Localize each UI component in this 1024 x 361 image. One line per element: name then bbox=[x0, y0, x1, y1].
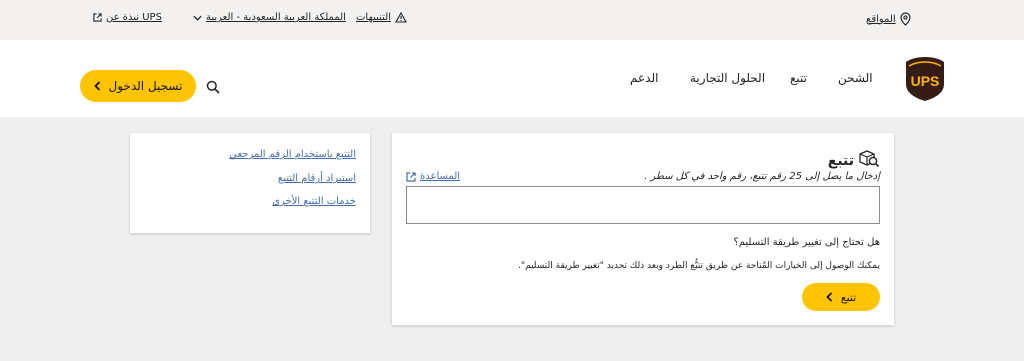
login-button[interactable]: تسجيل الدخول bbox=[80, 70, 196, 102]
tracking-card: تتبع إدخال ما يصل إلى 25 رقم تتبع، رقم و… bbox=[392, 133, 894, 325]
about-ups-link[interactable]: نبذة عن UPS bbox=[93, 12, 162, 23]
track-button-label: تتبع bbox=[840, 290, 857, 304]
import-tracking-numbers-link[interactable]: استيراد أرقام التتبع bbox=[278, 173, 356, 184]
ups-logo[interactable]: UPS bbox=[905, 56, 945, 102]
chevron-down-icon bbox=[193, 15, 202, 21]
alerts-label: التنبيهات bbox=[356, 12, 391, 23]
change-delivery-info: يمكنك الوصول إلى الخيارات المُتاحة عن طر… bbox=[518, 261, 880, 271]
nav-business-solutions[interactable]: الحلول التجارية bbox=[690, 71, 765, 85]
location-pin-icon bbox=[900, 12, 911, 26]
nav-support[interactable]: الدعم bbox=[630, 71, 658, 85]
change-delivery-question: هل تحتاج إلى تغيير طريقة التسليم؟ bbox=[733, 237, 880, 248]
country-language-label: المملكة العربية السعودية - العربية bbox=[206, 12, 346, 23]
alerts-link[interactable]: التنبيهات bbox=[356, 12, 407, 23]
country-language-selector[interactable]: المملكة العربية السعودية - العربية bbox=[193, 12, 346, 23]
other-tracking-services-link[interactable]: خدمات التتبع الأخرى bbox=[272, 196, 356, 207]
locations-label: المواقع bbox=[866, 13, 896, 25]
help-label: المساعدة bbox=[420, 171, 461, 182]
about-ups-label: نبذة عن UPS bbox=[106, 12, 162, 23]
external-link-icon bbox=[93, 13, 102, 22]
track-by-reference-link[interactable]: التتبع باستخدام الرقم المرجعي bbox=[229, 149, 356, 160]
track-button[interactable]: تتبع bbox=[802, 283, 880, 311]
login-label: تسجيل الدخول bbox=[108, 79, 183, 93]
tracking-title: تتبع bbox=[827, 153, 854, 169]
chevron-left-icon bbox=[825, 292, 832, 302]
help-link[interactable]: المساعدة bbox=[406, 171, 460, 182]
nav-shipping[interactable]: الشحن bbox=[838, 71, 873, 85]
alert-triangle-icon bbox=[395, 12, 407, 23]
tracking-options-card: التتبع باستخدام الرقم المرجعي استيراد أر… bbox=[130, 133, 370, 233]
chevron-left-icon bbox=[93, 81, 100, 91]
svg-text:UPS: UPS bbox=[911, 73, 940, 89]
tracking-instructions: إدخال ما يصل إلى 25 رقم تتبع، رقم واحد ف… bbox=[644, 171, 880, 182]
search-icon[interactable] bbox=[206, 80, 220, 94]
track-package-icon bbox=[859, 150, 880, 168]
utility-bar: نبذة عن UPS المملكة العربية السعودية - ا… bbox=[0, 0, 1024, 40]
tracking-number-input[interactable] bbox=[406, 186, 880, 224]
external-link-icon bbox=[406, 171, 416, 182]
main-header: UPS الشحن تتبع الحلول التجارية الدعم تسج… bbox=[0, 40, 1024, 117]
nav-track[interactable]: تتبع bbox=[790, 71, 807, 85]
locations-link[interactable]: المواقع bbox=[866, 12, 911, 26]
